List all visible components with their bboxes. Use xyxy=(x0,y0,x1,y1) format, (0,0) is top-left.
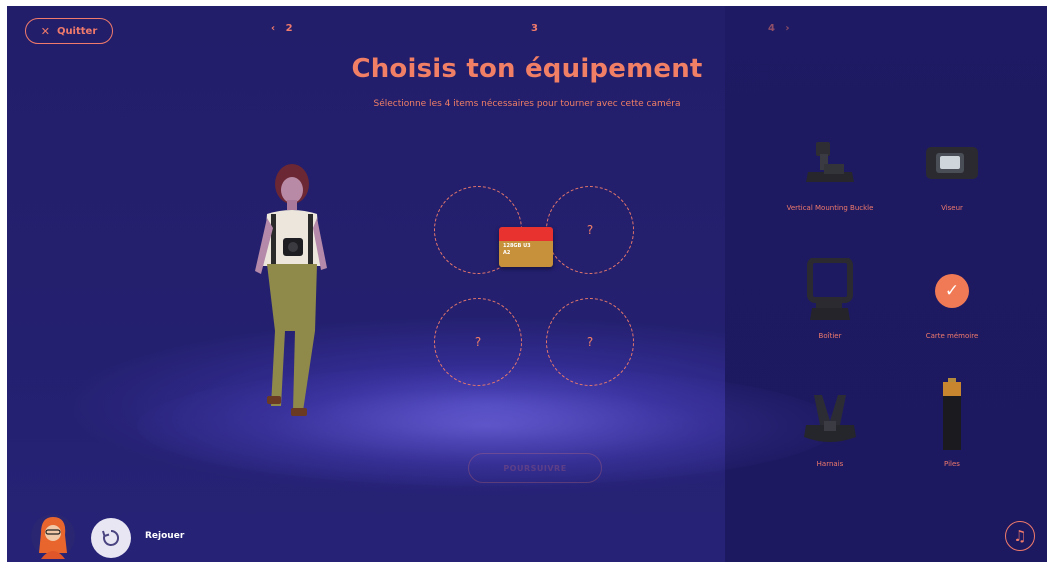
item-label: Harnais xyxy=(816,460,844,468)
camera-case-icon xyxy=(795,256,865,326)
item-label: Vertical Mounting Buckle xyxy=(786,204,874,212)
chevron-left-icon: ‹ xyxy=(271,23,276,34)
close-icon: ✕ xyxy=(40,24,50,38)
current-step-number: 3 xyxy=(531,23,538,34)
viewfinder-icon xyxy=(917,128,987,198)
sd-card-item[interactable]: 128GB U3 A2 xyxy=(499,227,553,267)
page-subtitle: Sélectionne les 4 items nécessaires pour… xyxy=(373,99,681,109)
item-memory-card[interactable]: ✓ Carte mémoire xyxy=(897,256,1007,343)
replay-icon xyxy=(102,529,120,546)
replay-label: Rejouer xyxy=(145,531,185,541)
equipment-slot-2[interactable]: ? xyxy=(546,186,634,274)
character-figure xyxy=(255,164,327,416)
quit-label: Quitter xyxy=(56,25,98,37)
next-step-button[interactable]: 4 › xyxy=(768,23,790,34)
item-label: Viseur xyxy=(941,204,963,212)
item-chest-harness[interactable]: Harnais xyxy=(775,384,885,471)
item-label: Piles xyxy=(944,460,960,468)
slot-label: ? xyxy=(586,223,594,237)
sd-app-class: A2 xyxy=(503,250,511,256)
slot-label: ? xyxy=(586,335,594,349)
check-icon: ✓ xyxy=(935,274,969,308)
item-camera-case[interactable]: Boîtier xyxy=(775,256,885,343)
item-battery[interactable]: Piles xyxy=(897,376,1007,471)
avatar xyxy=(31,514,75,559)
chevron-right-icon: › xyxy=(785,23,790,34)
music-button[interactable]: ♫ xyxy=(1005,521,1035,551)
slot-label: ? xyxy=(474,335,482,349)
equipment-slot-3[interactable]: ? xyxy=(434,298,522,386)
prev-step-button[interactable]: ‹ 2 xyxy=(271,23,293,34)
sd-class: U3 xyxy=(523,243,531,249)
mounting-buckle-icon xyxy=(795,128,865,198)
game-stage: ✕ Quitter ‹ 2 3 4 › Choisis ton équipeme… xyxy=(7,6,1047,562)
prev-step-number: 2 xyxy=(285,23,293,34)
page-title: Choisis ton équipement xyxy=(351,54,703,84)
quit-button[interactable]: ✕ Quitter xyxy=(25,18,113,44)
next-step-number: 4 xyxy=(768,23,775,34)
equipment-slot-4[interactable]: ? xyxy=(546,298,634,386)
item-label: Carte mémoire xyxy=(925,332,979,340)
battery-icon xyxy=(917,376,987,454)
current-step: 3 xyxy=(531,23,538,34)
music-note-icon: ♫ xyxy=(1013,527,1027,545)
replay-button[interactable] xyxy=(91,518,131,558)
item-viewfinder[interactable]: Viseur xyxy=(897,128,1007,215)
next-button[interactable]: POURSUIVRE xyxy=(468,453,602,483)
sd-capacity: 128GB xyxy=(503,243,522,249)
item-mounting-buckle[interactable]: Vertical Mounting Buckle xyxy=(775,128,885,215)
item-label: Boîtier xyxy=(818,332,842,340)
chest-harness-icon xyxy=(795,384,865,454)
